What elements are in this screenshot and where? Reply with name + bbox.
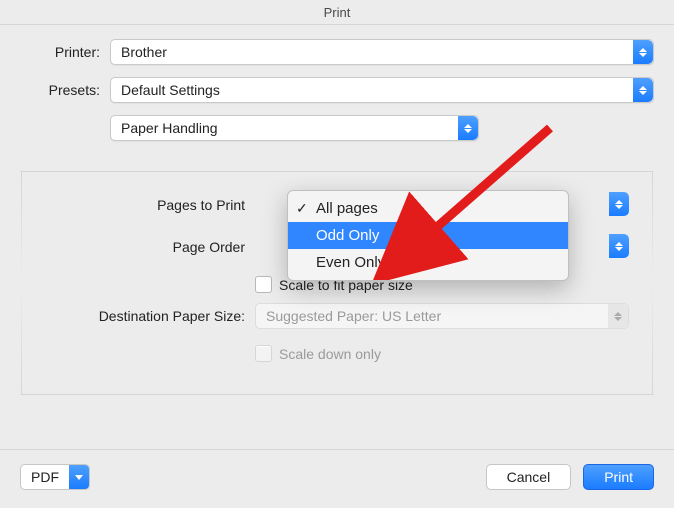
menu-item-all-pages[interactable]: All pages: [288, 195, 568, 222]
updown-icon: [633, 40, 653, 64]
section-select[interactable]: Paper Handling: [110, 115, 479, 141]
updown-icon: [609, 234, 629, 258]
printer-row: Printer: Brother: [20, 39, 654, 65]
updown-icon: [458, 116, 478, 140]
printer-label: Printer:: [20, 44, 100, 60]
window-title: Print: [0, 0, 674, 25]
dest-paper-size-select: Suggested Paper: US Letter: [255, 303, 629, 329]
pages-to-print-menu[interactable]: All pages Odd Only Even Only: [287, 190, 569, 281]
pdf-menu-button[interactable]: PDF: [20, 464, 90, 490]
scale-down-only-label: Scale down only: [279, 346, 381, 362]
cancel-button[interactable]: Cancel: [486, 464, 572, 490]
menu-item-odd-only[interactable]: Odd Only: [288, 222, 568, 249]
presets-row: Presets: Default Settings: [20, 77, 654, 103]
checkbox-icon[interactable]: [255, 276, 272, 293]
printer-select[interactable]: Brother: [110, 39, 654, 65]
pages-to-print-label: Pages to Print: [45, 197, 245, 213]
dest-paper-size-label: Destination Paper Size:: [45, 308, 245, 324]
updown-icon: [609, 192, 629, 216]
dest-paper-size-value: Suggested Paper: US Letter: [266, 308, 441, 324]
section-value: Paper Handling: [121, 120, 218, 136]
section-select-wrap: Paper Handling: [110, 115, 479, 141]
presets-select[interactable]: Default Settings: [110, 77, 654, 103]
print-button[interactable]: Print: [583, 464, 654, 490]
pdf-label: PDF: [21, 469, 69, 485]
updown-icon: [608, 304, 628, 328]
presets-value: Default Settings: [121, 82, 220, 98]
printer-value: Brother: [121, 44, 167, 60]
print-dialog: Print Printer: Brother Presets: Default …: [0, 0, 674, 508]
page-order-label: Page Order: [45, 239, 245, 255]
updown-icon: [633, 78, 653, 102]
chevron-down-icon: [69, 465, 89, 489]
menu-item-even-only[interactable]: Even Only: [288, 249, 568, 276]
presets-label: Presets:: [20, 82, 100, 98]
checkbox-icon: [255, 345, 272, 362]
scale-down-only-row: Scale down only: [255, 345, 629, 362]
dialog-footer: PDF Cancel Print: [0, 449, 674, 508]
